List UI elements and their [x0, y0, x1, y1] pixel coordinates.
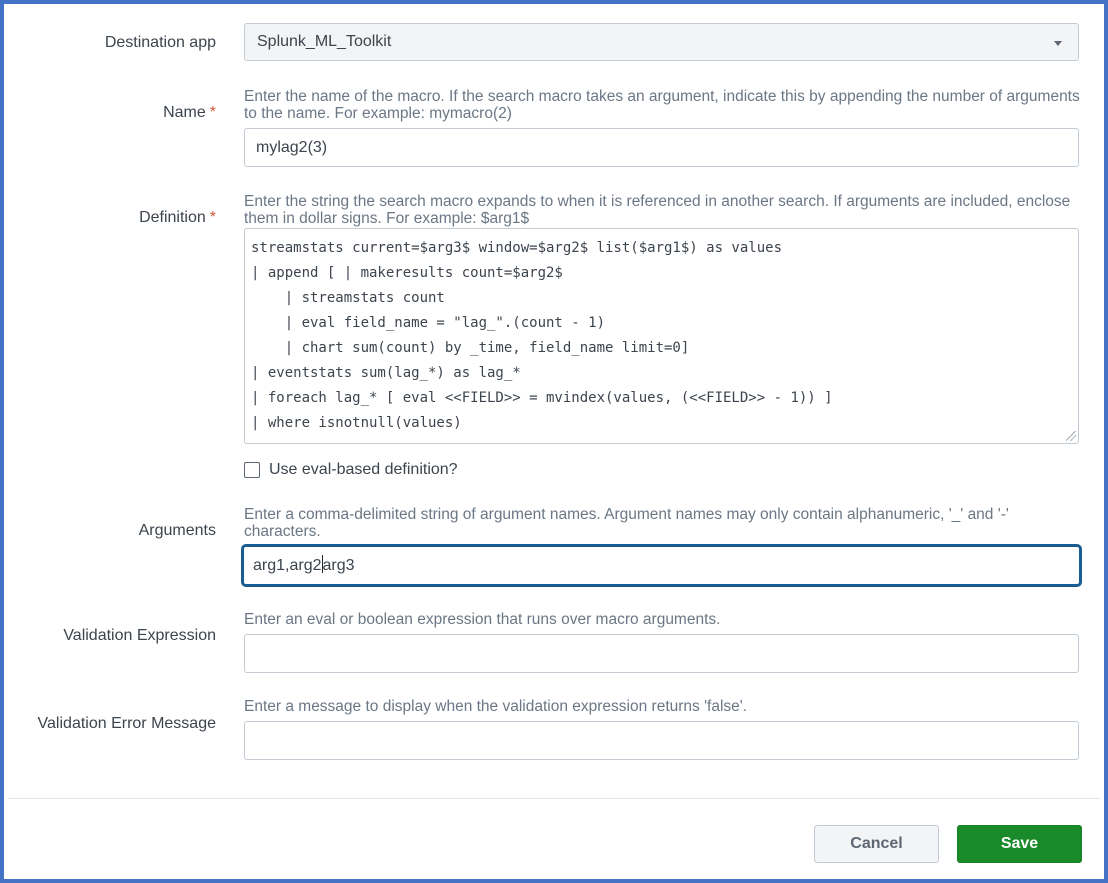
- validation-expression-label: Validation Expression: [63, 627, 216, 644]
- name-help-text: Enter the name of the macro. If the sear…: [244, 88, 1080, 122]
- save-button[interactable]: Save: [957, 825, 1082, 863]
- arguments-label: Arguments: [138, 522, 216, 539]
- eval-definition-checkbox[interactable]: [244, 462, 260, 478]
- definition-help-text: Enter the string the search macro expand…: [244, 193, 1071, 227]
- code-line: | where isnotnull(values): [251, 415, 462, 431]
- validation-error-input[interactable]: [244, 721, 1079, 760]
- code-line: | append [ | makeresults count=$arg2$: [251, 265, 563, 281]
- definition-label: Definition *: [139, 209, 216, 227]
- required-marker: *: [209, 104, 216, 121]
- arguments-value-before-cursor: arg1,arg2: [253, 557, 322, 574]
- name-input-value: mylag2(3): [256, 139, 328, 156]
- destination-app-label: Destination app: [104, 34, 216, 51]
- chevron-down-icon: [1054, 41, 1062, 46]
- destination-app-value: Splunk_ML_Toolkit: [257, 33, 392, 50]
- arguments-input[interactable]: arg1,arg2arg3: [241, 544, 1082, 587]
- code-line: | eval field_name = "lag_".(count - 1): [251, 315, 606, 331]
- code-line: | eventstats sum(lag_*) as lag_*: [251, 365, 521, 381]
- name-label: Name *: [163, 104, 216, 122]
- resize-handle-icon[interactable]: [1066, 431, 1076, 441]
- validation-expression-input[interactable]: [244, 634, 1079, 673]
- code-line: | chart sum(count) by _time, field_name …: [251, 340, 690, 356]
- arguments-help-text: Enter a comma-delimited string of argume…: [244, 506, 1009, 540]
- validation-error-label: Validation Error Message: [37, 715, 216, 732]
- cancel-button[interactable]: Cancel: [814, 825, 939, 863]
- code-line: | streamstats count: [251, 290, 445, 306]
- definition-textarea[interactable]: streamstats current=$arg3$ window=$arg2$…: [244, 228, 1079, 444]
- code-line: streamstats current=$arg3$ window=$arg2$…: [251, 240, 783, 256]
- definition-label-text: Definition: [139, 209, 206, 226]
- eval-definition-label[interactable]: Use eval-based definition?: [269, 461, 458, 479]
- macro-form-dialog: Destination app Splunk_ML_Toolkit Name * …: [0, 0, 1108, 883]
- name-label-text: Name: [163, 104, 206, 121]
- required-marker: *: [209, 209, 216, 226]
- name-input[interactable]: mylag2(3): [244, 128, 1079, 167]
- validation-error-help-text: Enter a message to display when the vali…: [244, 698, 748, 715]
- arguments-value-after-cursor: arg3: [322, 557, 355, 574]
- code-line: | foreach lag_* [ eval <<FIELD>> = mvind…: [251, 390, 833, 406]
- validation-expression-help-text: Enter an eval or boolean expression that…: [244, 611, 721, 628]
- destination-app-select[interactable]: Splunk_ML_Toolkit: [244, 23, 1079, 61]
- footer-divider: [8, 798, 1100, 799]
